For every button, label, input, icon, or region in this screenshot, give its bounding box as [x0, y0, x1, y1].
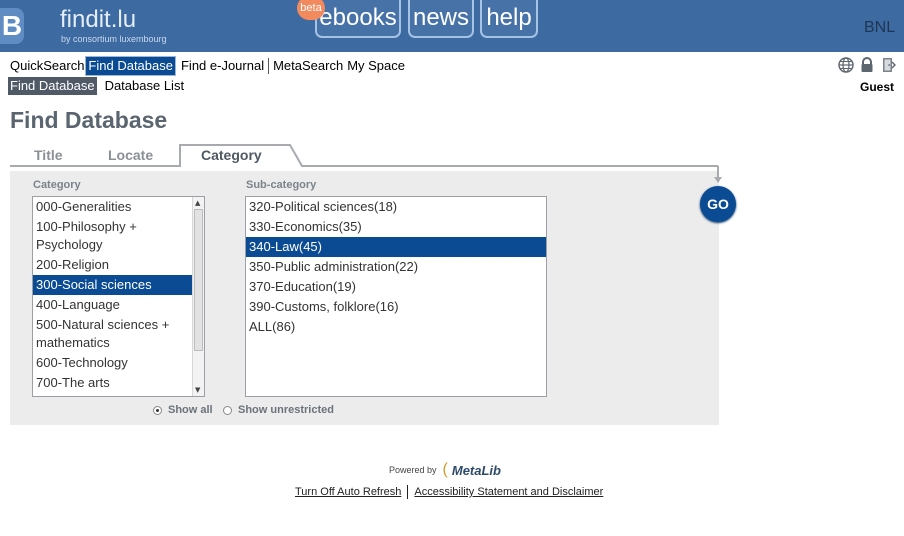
tab-category[interactable]: Category: [201, 147, 262, 163]
radio-show-all-label: Show all: [168, 404, 213, 416]
nav-quicksearch[interactable]: QuickSearch: [8, 57, 86, 75]
category-listbox[interactable]: 000-Generalities 100-Philosophy + Psycho…: [32, 196, 205, 397]
go-arrow-connector: [714, 166, 722, 183]
go-button[interactable]: GO: [700, 186, 736, 222]
tab-ebooks[interactable]: ebooks: [315, 0, 401, 38]
radio-unchecked-icon[interactable]: [223, 405, 232, 415]
list-item[interactable]: 200-Religion: [33, 255, 204, 275]
scroll-up-icon[interactable]: ▲: [195, 199, 200, 207]
footer-links: Turn Off Auto Refresh Accessibility Stat…: [295, 485, 603, 499]
powered-by: Powered by ( MetaLib: [389, 461, 501, 479]
nav-my-space[interactable]: My Space: [345, 57, 407, 75]
scroll-down-icon[interactable]: ▼: [195, 386, 200, 394]
scroll-thumb[interactable]: [194, 209, 203, 351]
list-item-selected[interactable]: 340-Law(45): [246, 237, 546, 257]
library-logo[interactable]: B: [0, 8, 24, 44]
list-item[interactable]: 330-Economics(35): [246, 217, 546, 237]
radio-show-unrestricted[interactable]: Show unrestricted: [223, 404, 334, 416]
tab-locate[interactable]: Locate: [108, 147, 153, 163]
metalib-logo-icon: (: [442, 461, 448, 478]
list-item[interactable]: ALL(86): [246, 317, 546, 337]
nav-find-database[interactable]: Find Database: [85, 56, 176, 76]
tab-help[interactable]: help: [480, 0, 538, 38]
list-item[interactable]: 700-The arts: [33, 373, 204, 393]
list-item[interactable]: 320-Political sciences(18): [246, 197, 546, 217]
metalib-logo[interactable]: MetaLib: [452, 463, 501, 478]
list-item[interactable]: 000-Generalities: [33, 197, 204, 217]
list-item[interactable]: 350-Public administration(22): [246, 257, 546, 277]
list-item[interactable]: 600-Technology: [33, 353, 204, 373]
radio-show-all[interactable]: Show all: [153, 404, 213, 416]
list-item[interactable]: 390-Customs, folklore(16): [246, 297, 546, 317]
beta-badge: beta: [297, 0, 325, 20]
user-name: Guest: [860, 80, 895, 94]
site-header: B findit.lu by consortium luxembourg ebo…: [0, 0, 904, 52]
tab-news[interactable]: news: [408, 0, 474, 38]
brand-subtitle: by consortium luxembourg: [61, 34, 167, 44]
footer-divider: [407, 485, 409, 499]
radio-checked-icon[interactable]: [153, 405, 162, 415]
category-scrollbar[interactable]: ▲ ▼: [192, 197, 204, 396]
tab-title[interactable]: Title: [34, 147, 63, 163]
list-item[interactable]: 370-Education(19): [246, 277, 546, 297]
page-title: Find Database: [10, 107, 168, 133]
lock-icon[interactable]: [859, 57, 875, 73]
auto-refresh-link[interactable]: Turn Off Auto Refresh: [295, 486, 401, 498]
list-item[interactable]: 100-Philosophy + Psychology: [33, 217, 204, 255]
subcategory-listbox[interactable]: 320-Political sciences(18) 330-Economics…: [245, 196, 547, 397]
list-item-selected[interactable]: 300-Social sciences: [33, 275, 204, 295]
nav-divider: [268, 58, 270, 74]
exit-door-icon[interactable]: [880, 57, 896, 73]
brand-name[interactable]: findit.lu: [60, 6, 136, 34]
nav-metasearch[interactable]: MetaSearch: [271, 57, 345, 75]
subnav-find-database[interactable]: Find Database: [8, 77, 97, 95]
sub-nav: Find Database Database List: [8, 77, 192, 95]
radio-show-unrestricted-label: Show unrestricted: [238, 404, 334, 416]
list-item[interactable]: 400-Language: [33, 295, 204, 315]
main-nav: QuickSearch Find Database Find e-Journal…: [8, 56, 407, 76]
powered-by-text: Powered by: [389, 465, 437, 475]
accessibility-link[interactable]: Accessibility Statement and Disclaimer: [414, 486, 603, 498]
list-item[interactable]: 500-Natural sciences + mathematics: [33, 315, 204, 353]
institution-label: BNL: [864, 19, 896, 36]
nav-find-ejournal[interactable]: Find e-Journal: [179, 57, 266, 75]
subnav-database-list[interactable]: Database List: [103, 77, 187, 95]
globe-icon[interactable]: [838, 57, 854, 73]
category-label: Category: [33, 179, 81, 191]
